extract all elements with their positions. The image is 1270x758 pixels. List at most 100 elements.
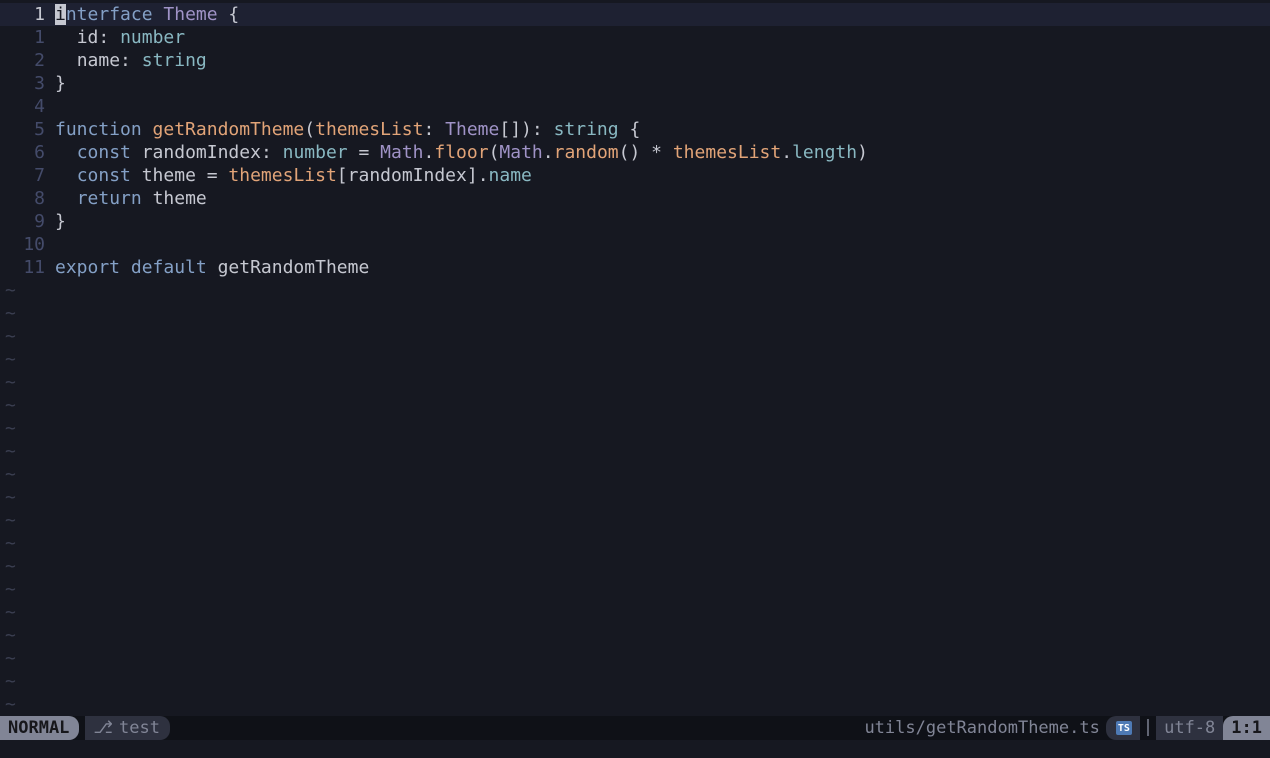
- code-content[interactable]: }: [55, 210, 1270, 233]
- command-line[interactable]: [0, 740, 1270, 758]
- tilde-marker: ~: [0, 578, 1270, 601]
- tilde-marker: ~: [0, 486, 1270, 509]
- code-content[interactable]: function getRandomTheme(themesList: Them…: [55, 118, 1270, 141]
- tilde-marker: ~: [0, 555, 1270, 578]
- token-property: length: [792, 142, 857, 163]
- code-line[interactable]: 7 const theme = themesList[randomIndex].…: [0, 164, 1270, 187]
- tilde-marker: ~: [0, 394, 1270, 417]
- token-keyword: nterface: [66, 4, 153, 25]
- line-number: 6: [0, 141, 55, 164]
- token-param: themesList: [315, 119, 423, 140]
- tilde-marker: ~: [0, 440, 1270, 463]
- line-number: 10: [0, 233, 55, 256]
- cursor-block: i: [55, 4, 66, 25]
- token-function: random: [554, 142, 619, 163]
- code-line[interactable]: 9 }: [0, 210, 1270, 233]
- tilde-marker: ~: [0, 624, 1270, 647]
- code-content[interactable]: }: [55, 72, 1270, 95]
- code-content[interactable]: return theme: [55, 187, 1270, 210]
- line-number: 3: [0, 72, 55, 95]
- code-content[interactable]: name: string: [55, 49, 1270, 72]
- code-content[interactable]: id: number: [55, 26, 1270, 49]
- code-line[interactable]: 6 const randomIndex: number = Math.floor…: [0, 141, 1270, 164]
- tilde-marker: ~: [0, 532, 1270, 555]
- token-type: string: [554, 119, 619, 140]
- tilde-marker: ~: [0, 647, 1270, 670]
- code-line[interactable]: 10: [0, 233, 1270, 256]
- status-spacer: [170, 716, 854, 740]
- editor-area[interactable]: 1 interface Theme { 1 id: number 2 name:…: [0, 0, 1270, 716]
- token-identifier: theme: [153, 188, 207, 209]
- statusline: NORMAL ⎇test utils/getRandomTheme.ts TS …: [0, 716, 1270, 740]
- token-keyword: function: [55, 119, 142, 140]
- file-path: utils/getRandomTheme.ts: [854, 716, 1105, 740]
- code-content[interactable]: interface Theme {: [55, 3, 1270, 26]
- empty-lines-area: ~ ~ ~ ~ ~ ~ ~ ~ ~ ~ ~ ~ ~ ~ ~ ~ ~ ~ ~: [0, 279, 1270, 716]
- token-function: getRandomTheme: [153, 119, 305, 140]
- token-keyword: const: [77, 165, 131, 186]
- token-class: Math: [499, 142, 542, 163]
- tilde-marker: ~: [0, 348, 1270, 371]
- token-keyword: const: [77, 142, 131, 163]
- tilde-marker: ~: [0, 693, 1270, 716]
- tilde-marker: ~: [0, 601, 1270, 624]
- tilde-marker: ~: [0, 670, 1270, 693]
- tilde-marker: ~: [0, 302, 1270, 325]
- token-class: Theme: [445, 119, 499, 140]
- token-identifier: name: [77, 50, 120, 71]
- token-property: name: [489, 165, 532, 186]
- token-function: floor: [434, 142, 488, 163]
- filetype-segment: TS: [1106, 716, 1140, 740]
- token-class: Theme: [163, 4, 217, 25]
- git-branch-segment: ⎇test: [85, 716, 170, 740]
- code-line[interactable]: 8 return theme: [0, 187, 1270, 210]
- line-number: 5: [0, 118, 55, 141]
- token-identifier: randomIndex: [348, 165, 467, 186]
- code-line[interactable]: 11 export default getRandomTheme: [0, 256, 1270, 279]
- line-number: 11: [0, 256, 55, 279]
- line-number: 7: [0, 164, 55, 187]
- line-number: 9: [0, 210, 55, 233]
- code-content[interactable]: [55, 233, 1270, 256]
- code-content[interactable]: export default getRandomTheme: [55, 256, 1270, 279]
- code-line[interactable]: 5 function getRandomTheme(themesList: Th…: [0, 118, 1270, 141]
- code-line[interactable]: 3 }: [0, 72, 1270, 95]
- encoding-segment: utf-8: [1156, 716, 1223, 740]
- code-line[interactable]: 2 name: string: [0, 49, 1270, 72]
- token-type: string: [142, 50, 207, 71]
- token-param: themesList: [673, 142, 781, 163]
- line-number: 1: [0, 26, 55, 49]
- code-line[interactable]: 1 id: number: [0, 26, 1270, 49]
- line-number: 2: [0, 49, 55, 72]
- token-type: number: [283, 142, 348, 163]
- token-param: themesList: [228, 165, 336, 186]
- git-branch-name: test: [119, 717, 160, 740]
- code-line[interactable]: 4: [0, 95, 1270, 118]
- line-number: 1: [0, 3, 55, 26]
- tilde-marker: ~: [0, 371, 1270, 394]
- tilde-marker: ~: [0, 463, 1270, 486]
- status-area: NORMAL ⎇test utils/getRandomTheme.ts TS …: [0, 716, 1270, 758]
- tilde-marker: ~: [0, 279, 1270, 302]
- line-number: 8: [0, 187, 55, 210]
- typescript-icon: TS: [1116, 721, 1132, 735]
- tilde-marker: ~: [0, 325, 1270, 348]
- cursor-position: 1:1: [1223, 716, 1270, 740]
- token-class: Math: [380, 142, 423, 163]
- line-number: 4: [0, 95, 55, 118]
- token-type: number: [120, 27, 185, 48]
- token-keyword: return: [77, 188, 142, 209]
- token-identifier: theme: [142, 165, 196, 186]
- tilde-marker: ~: [0, 417, 1270, 440]
- token-identifier: randomIndex: [142, 142, 261, 163]
- token-keyword: export: [55, 257, 120, 278]
- code-content[interactable]: [55, 95, 1270, 118]
- token-keyword: default: [131, 257, 207, 278]
- mode-indicator: NORMAL: [0, 716, 79, 740]
- token-identifier: id: [77, 27, 99, 48]
- code-content[interactable]: const theme = themesList[randomIndex].na…: [55, 164, 1270, 187]
- code-line[interactable]: 1 interface Theme {: [0, 3, 1270, 26]
- token-identifier: getRandomTheme: [218, 257, 370, 278]
- code-content[interactable]: const randomIndex: number = Math.floor(M…: [55, 141, 1270, 164]
- separator: |: [1140, 716, 1156, 740]
